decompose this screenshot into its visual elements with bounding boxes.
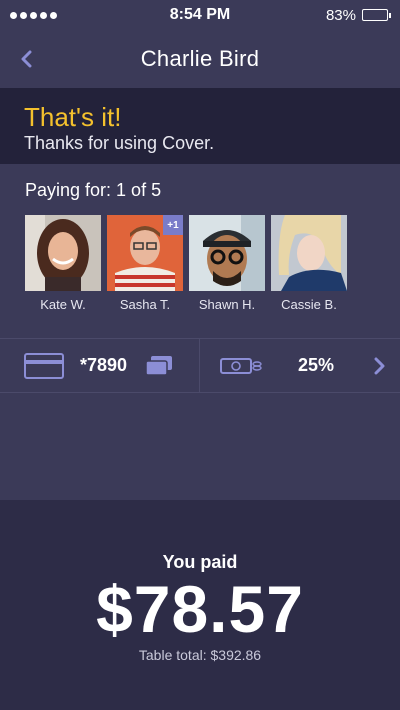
paying-for-label: Paying for: 1 of 5: [25, 180, 162, 200]
back-button[interactable]: [14, 46, 38, 72]
amount-paid: $78.57: [96, 572, 304, 646]
card-number: *7890: [80, 355, 128, 375]
page-title: Charlie Bird: [140, 46, 260, 71]
banner-subtitle: Thanks for using Cover.: [24, 133, 215, 153]
avatar: [271, 215, 347, 291]
person-sasha[interactable]: +1 Sasha T.: [107, 215, 183, 312]
guest-count-badge: +1: [163, 215, 183, 235]
avatar: +1: [107, 215, 183, 291]
card-selector[interactable]: *7890: [0, 339, 200, 392]
cash-icon: [220, 357, 262, 374]
person-name: Shawn H.: [198, 297, 256, 312]
chevron-right-icon[interactable]: [374, 357, 386, 375]
credit-card-icon: [24, 352, 64, 379]
person-cassie[interactable]: Cassie B.: [271, 215, 347, 312]
you-paid-label: You paid: [162, 552, 238, 572]
battery-percent: 83%: [325, 6, 356, 24]
payment-summary: You paid $78.57 Table total: $392.86: [0, 500, 400, 710]
avatar: [25, 215, 101, 291]
tip-percentage: 25%: [298, 355, 335, 375]
back-chevron-icon: [21, 50, 32, 68]
person-name: Sasha T.: [119, 297, 171, 312]
avatar: [189, 215, 265, 291]
person-name: Kate W.: [40, 297, 86, 312]
confirmation-banner: That's it! Thanks for using Cover.: [0, 88, 400, 164]
person-kate[interactable]: Kate W.: [25, 215, 101, 312]
person-shawn[interactable]: Shawn H.: [189, 215, 265, 312]
status-bar: 8:54 PM 83%: [0, 0, 400, 30]
table-total: Table total: $392.86: [138, 647, 262, 663]
tip-selector[interactable]: 25%: [200, 339, 400, 392]
cards-stack-icon[interactable]: [145, 355, 173, 377]
payment-method-row: *7890 25%: [0, 338, 400, 393]
banner-title: That's it!: [24, 102, 122, 132]
nav-bar: Charlie Bird: [0, 30, 400, 88]
avatar-list: Kate W. +1 Sasha T. Shawn H. Cassie B.: [25, 215, 347, 312]
signal-icon: [10, 11, 57, 19]
person-name: Cassie B.: [281, 297, 337, 312]
battery-icon: [362, 9, 391, 21]
